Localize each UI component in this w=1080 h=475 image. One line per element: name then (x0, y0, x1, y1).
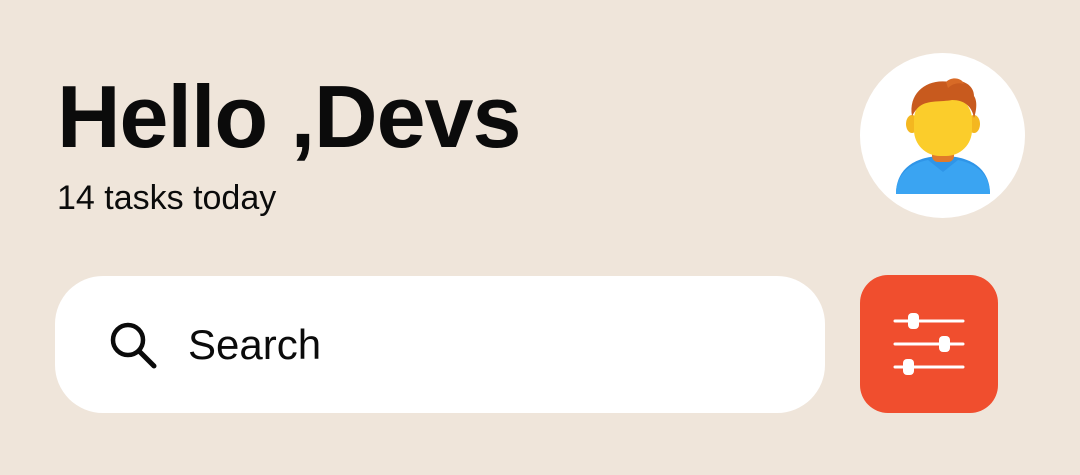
sliders-icon (893, 313, 965, 375)
filter-button[interactable] (860, 275, 998, 413)
task-count-subtitle: 14 tasks today (57, 179, 277, 217)
avatar[interactable] (860, 53, 1025, 218)
search-icon (110, 322, 157, 369)
greeting-title: Hello ,Devs (57, 67, 521, 166)
person-avatar-icon (895, 77, 990, 194)
search-input[interactable] (188, 317, 788, 373)
